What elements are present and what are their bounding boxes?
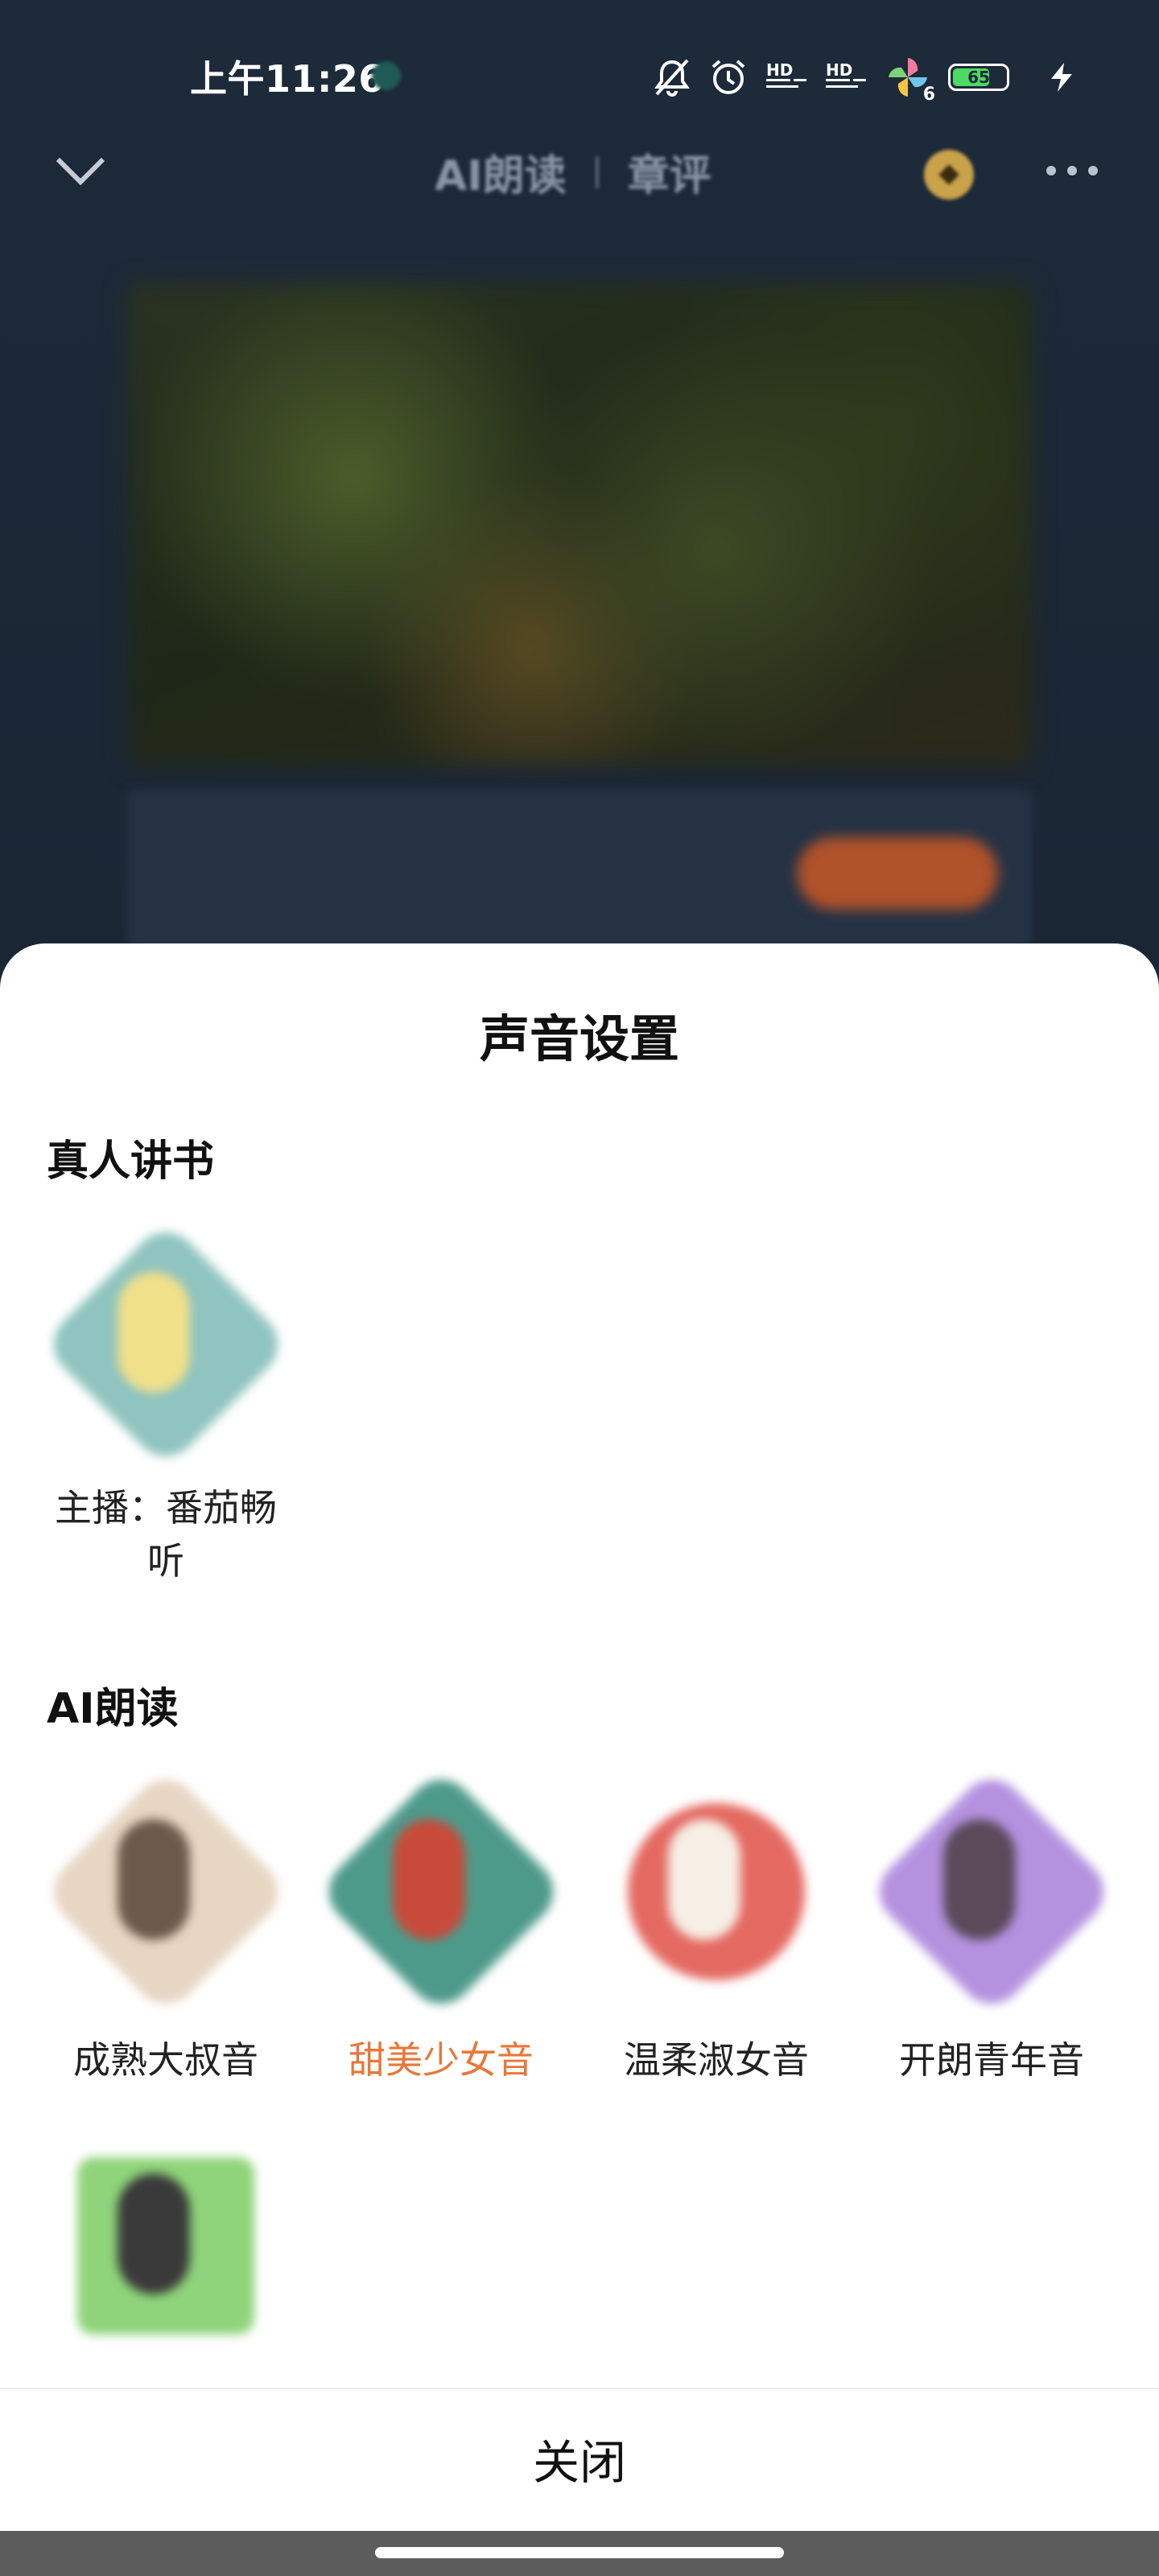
avatar-figure (118, 2174, 190, 2294)
battery-icon: 65 (948, 64, 1009, 91)
status-icons: HD HD 6 65 (654, 53, 1075, 105)
navigation-bar (0, 2531, 1159, 2576)
voice-option-extra[interactable] (37, 2141, 295, 2388)
tab-ai-reading[interactable]: AI朗读 (435, 142, 567, 202)
voice-name: 主播：番茄畅听 (55, 1486, 277, 1583)
status-bar: 上午11:26 HD HD 6 65 (0, 0, 1159, 145)
status-indicator-dot (372, 61, 401, 90)
hd-label: HD (826, 60, 853, 80)
hd-signal-icon: HD (766, 60, 808, 92)
network-badge: 6 (922, 85, 935, 105)
voice-option-human-host[interactable]: 主播：番茄畅听 (37, 1219, 295, 1587)
voice-option-sweet-girl[interactable]: 甜美少女音 (312, 1766, 570, 2087)
voice-avatar (612, 1787, 821, 1996)
alarm-icon (708, 57, 749, 97)
section-label-ai: AI朗读 (47, 1685, 179, 1733)
background-reader-page: 上午11:26 HD HD 6 65 AI朗读 章评 (0, 0, 1159, 966)
tab-separator (595, 155, 599, 188)
book-cover-image (127, 283, 1032, 766)
charging-icon (1048, 61, 1075, 93)
promo-button (797, 837, 998, 910)
voice-option-gentle-lady[interactable]: 温柔淑女音 (588, 1787, 845, 2087)
voice-option-mature-uncle[interactable]: 成熟大叔音 (37, 1766, 295, 2087)
hd-label: HD (766, 60, 794, 80)
battery-level: 65 (967, 68, 990, 87)
avatar-figure (668, 1819, 740, 1940)
microphone-icon (118, 1272, 190, 1393)
section-label-human: 真人讲书 (47, 1137, 215, 1186)
chevron-down-icon[interactable] (55, 155, 106, 190)
voice-avatar (61, 2141, 270, 2351)
voice-avatar (316, 1766, 567, 2017)
hd-signal-icon: HD (826, 60, 868, 92)
close-button[interactable]: 关闭 (0, 2391, 1159, 2526)
voice-name: 成熟大叔音 (73, 2038, 258, 2082)
voice-option-cheerful-youth[interactable]: 开朗青年音 (863, 1766, 1120, 2087)
voice-avatar (40, 1219, 291, 1470)
nav-tabs: AI朗读 章评 (435, 142, 711, 202)
avatar-figure (393, 1819, 465, 1940)
status-time: 上午11:26 (190, 57, 385, 101)
sheet-title: 声音设置 (479, 1009, 679, 1068)
voice-name: 甜美少女音 (349, 2038, 534, 2082)
voice-name: 开朗青年音 (899, 2038, 1084, 2082)
home-indicator[interactable] (375, 2547, 784, 2558)
coin-icon[interactable] (924, 150, 974, 200)
voice-avatar (40, 1766, 291, 2017)
footer-divider (0, 2388, 1159, 2389)
avatar-figure (943, 1819, 1016, 1940)
mute-bell-icon (654, 57, 691, 97)
voice-name: 温柔淑女音 (624, 2038, 809, 2082)
voice-avatar (866, 1766, 1117, 2017)
avatar-figure (118, 1819, 190, 1940)
tab-chapter-comments[interactable]: 章评 (628, 142, 711, 202)
pinwheel-icon: 6 (885, 55, 935, 105)
more-icon[interactable] (1046, 166, 1098, 175)
top-nav: AI朗读 章评 (0, 137, 1159, 209)
